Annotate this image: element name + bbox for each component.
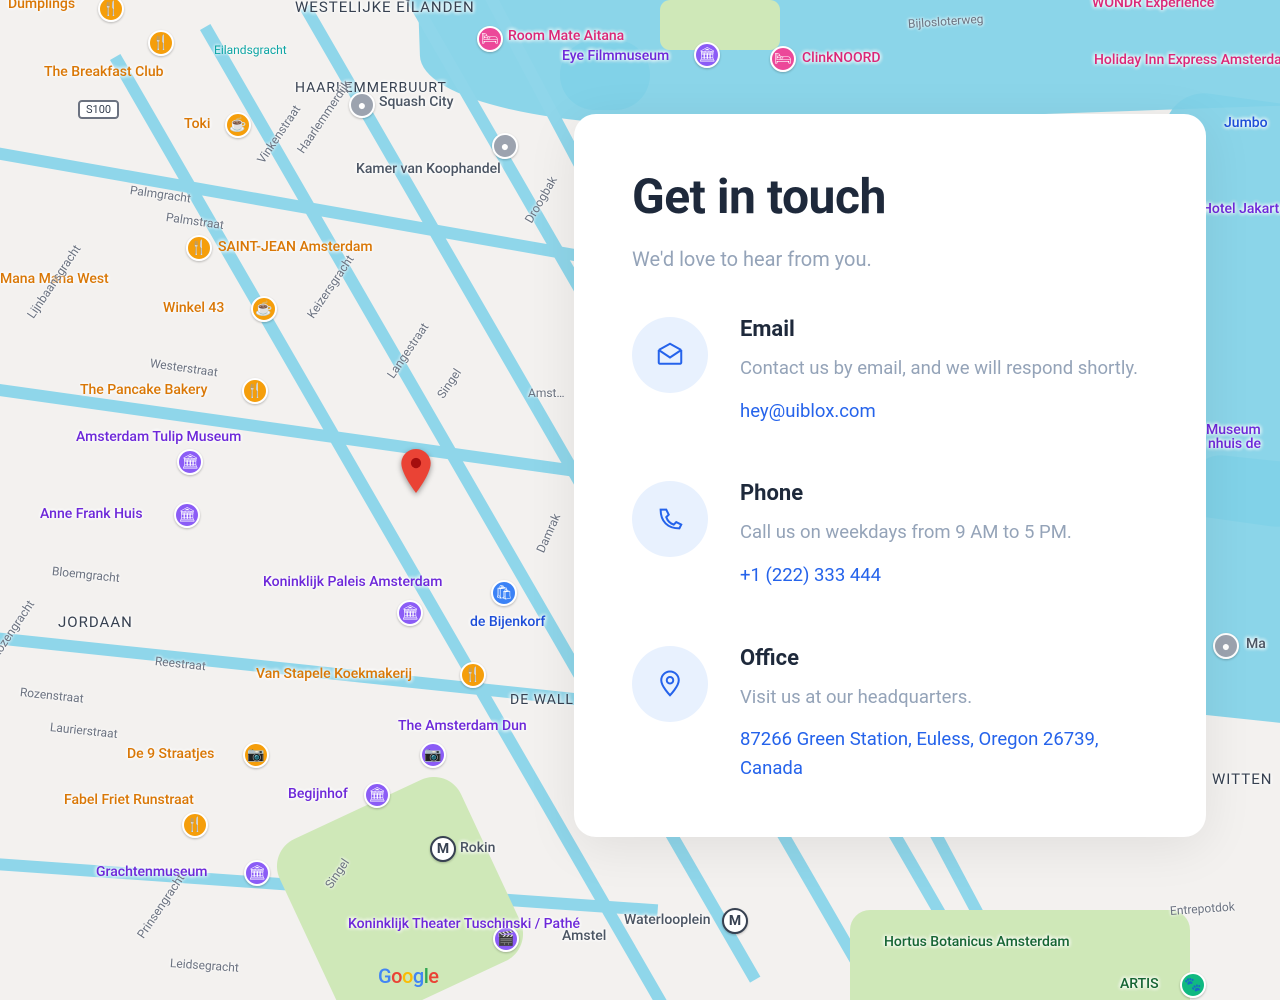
contact-desc: Visit us at our headquarters. bbox=[740, 683, 1148, 712]
poi-dot[interactable]: ● bbox=[349, 92, 375, 118]
pin-icon bbox=[632, 646, 708, 722]
district-label: WITTEN bbox=[1212, 770, 1272, 788]
poi-label[interactable]: Hortus Botanicus Amsterdam bbox=[884, 934, 1004, 950]
poi-label[interactable]: Koninklijk Paleis Amsterdam bbox=[263, 574, 393, 590]
street-label: Amst… bbox=[528, 386, 565, 400]
contact-title: Phone bbox=[740, 481, 1072, 506]
poi-label[interactable]: Ma bbox=[1246, 636, 1266, 652]
street-label: Westerstraat bbox=[149, 356, 219, 379]
envelope-icon bbox=[632, 317, 708, 393]
poi-dot[interactable]: 🛏 bbox=[770, 46, 796, 72]
poi-label[interactable]: Amsterdam Tulip Museum bbox=[76, 429, 241, 445]
contact-card: Get in touch We'd love to hear from you.… bbox=[574, 114, 1206, 837]
poi-dot[interactable]: 🏛 bbox=[174, 502, 200, 528]
poi-label[interactable]: de Bijenkorf bbox=[470, 614, 545, 630]
poi-dot[interactable]: ☕ bbox=[225, 112, 251, 138]
poi-label[interactable]: Amstel bbox=[562, 928, 606, 944]
metro-icon[interactable]: M bbox=[430, 836, 456, 862]
poi-label[interactable]: ARTIS bbox=[1120, 976, 1159, 992]
district-label: WESTELIJKE EILANDEN bbox=[295, 0, 475, 16]
district-label: DE WALL bbox=[510, 692, 574, 708]
contact-item-email: Email Contact us by email, and we will r… bbox=[632, 317, 1148, 425]
poi-label[interactable]: Anne Frank Huis bbox=[40, 506, 143, 522]
street-label: Palmstraat bbox=[165, 210, 225, 232]
poi-label[interactable]: Waterlooplein bbox=[624, 912, 711, 928]
street-label: Leidsegracht bbox=[170, 956, 240, 975]
poi-dot[interactable]: ● bbox=[1213, 633, 1239, 659]
poi-dot[interactable]: 🏛 bbox=[364, 782, 390, 808]
contact-items: Email Contact us by email, and we will r… bbox=[632, 317, 1148, 783]
poi-label[interactable]: ClinkNOORD bbox=[802, 50, 881, 66]
contact-title: Office bbox=[740, 646, 1148, 671]
poi-dot[interactable]: 🍴 bbox=[186, 235, 212, 261]
poi-label[interactable]: Hotel Jakarta bbox=[1202, 201, 1280, 217]
phone-link[interactable]: +1 (222) 333 444 bbox=[740, 561, 881, 590]
poi-label[interactable]: Dumplings bbox=[8, 0, 75, 12]
poi-dot[interactable]: 🐾 bbox=[1180, 972, 1206, 998]
poi-label[interactable]: WONDR Experience bbox=[1092, 0, 1214, 11]
street-label: Eilandsgracht bbox=[214, 43, 287, 57]
poi-label[interactable]: Rokin bbox=[460, 840, 495, 856]
contact-title: Email bbox=[740, 317, 1138, 342]
poi-label[interactable]: Jumbo bbox=[1224, 115, 1268, 131]
road-shield: S100 bbox=[78, 100, 119, 119]
poi-label[interactable]: Room Mate Aitana bbox=[508, 28, 624, 44]
poi-dot[interactable]: 🛍 bbox=[491, 580, 517, 606]
contact-desc: Contact us by email, and we will respond… bbox=[740, 354, 1138, 383]
street-label: Rozenstraat bbox=[19, 685, 84, 706]
poi-dot[interactable]: 🍴 bbox=[182, 812, 208, 838]
google-logo: Google bbox=[378, 964, 439, 988]
street-label: Singel bbox=[434, 366, 464, 401]
poi-dot[interactable]: ● bbox=[492, 133, 518, 159]
poi-label[interactable]: Kamer van Koophandel bbox=[356, 161, 501, 177]
street-label: Prinsengracht bbox=[134, 872, 187, 941]
poi-label[interactable]: Van Stapele Koekmakerij bbox=[256, 666, 412, 682]
poi-dot[interactable]: 📷 bbox=[420, 742, 446, 768]
poi-label[interactable]: The Breakfast Club bbox=[44, 64, 164, 80]
street-label: Bloemgracht bbox=[51, 564, 120, 585]
poi-label[interactable]: The Pancake Bakery bbox=[80, 382, 207, 398]
map-marker[interactable] bbox=[401, 449, 431, 493]
poi-label[interactable]: nhuis de bbox=[1208, 436, 1261, 452]
email-link[interactable]: hey@uiblox.com bbox=[740, 397, 876, 426]
poi-dot[interactable]: 🍴 bbox=[98, 0, 124, 22]
poi-dot[interactable]: 🏛 bbox=[177, 449, 203, 475]
poi-label[interactable]: De 9 Straatjes bbox=[127, 746, 214, 762]
address-link[interactable]: 87266 Green Station, Euless, Oregon 2673… bbox=[740, 725, 1148, 782]
poi-label[interactable]: Holiday Inn Express Amsterdam - North… bbox=[1094, 52, 1278, 68]
poi-dot[interactable]: 🍴 bbox=[242, 378, 268, 404]
poi-dot[interactable]: 🍴 bbox=[148, 30, 174, 56]
card-heading: Get in touch bbox=[632, 168, 1148, 225]
poi-dot[interactable]: 🛏 bbox=[477, 26, 503, 52]
poi-label[interactable]: Begijnhof bbox=[288, 786, 348, 802]
poi-dot[interactable]: 🏛 bbox=[397, 600, 423, 626]
poi-dot[interactable]: 🍴 bbox=[460, 662, 486, 688]
contact-item-office: Office Visit us at our headquarters. 872… bbox=[632, 646, 1148, 783]
poi-label[interactable]: Koninklijk Theater Tuschinski / Pathé bbox=[348, 916, 486, 932]
poi-dot[interactable]: 🏛 bbox=[244, 860, 270, 886]
poi-dot[interactable]: 📷 bbox=[243, 742, 269, 768]
poi-label[interactable]: The Amsterdam Dun bbox=[398, 718, 527, 734]
poi-label[interactable]: Grachtenmuseum bbox=[96, 864, 208, 880]
poi-label[interactable]: SAINT-JEAN Amsterdam bbox=[218, 239, 373, 255]
contact-item-phone: Phone Call us on weekdays from 9 AM to 5… bbox=[632, 481, 1148, 589]
card-subheading: We'd love to hear from you. bbox=[632, 247, 1148, 271]
poi-label[interactable]: Eye Filmmuseum bbox=[562, 48, 669, 64]
poi-label[interactable]: Winkel 43 bbox=[163, 300, 224, 316]
district-label: JORDAAN bbox=[58, 613, 133, 631]
poi-label[interactable]: Toki bbox=[184, 116, 210, 132]
street-label: Entrepotdok bbox=[1170, 899, 1236, 917]
poi-label[interactable]: Squash City bbox=[379, 94, 453, 110]
phone-icon bbox=[632, 481, 708, 557]
street-label: Rozengracht bbox=[0, 598, 37, 661]
poi-label[interactable]: Fabel Friet Runstraat bbox=[64, 792, 194, 808]
metro-icon[interactable]: M bbox=[722, 908, 748, 934]
street-label: Laurierstraat bbox=[49, 720, 118, 741]
poi-dot[interactable]: 🏛 bbox=[694, 42, 720, 68]
contact-desc: Call us on weekdays from 9 AM to 5 PM. bbox=[740, 518, 1072, 547]
street-label: Damrak bbox=[534, 511, 564, 554]
poi-dot[interactable]: ☕ bbox=[251, 296, 277, 322]
